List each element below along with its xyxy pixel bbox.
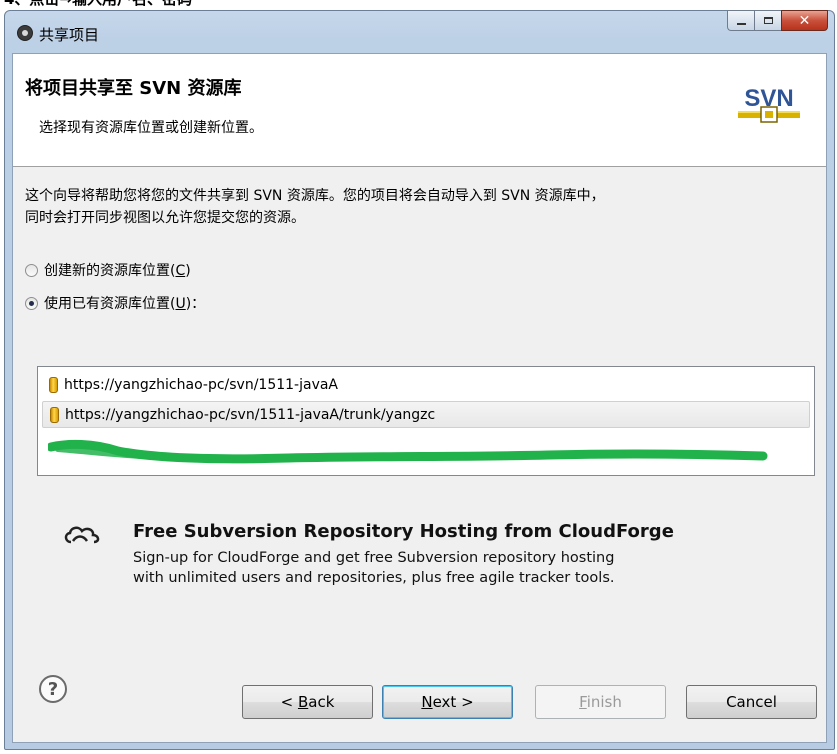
intro-line-1: 这个向导将帮助您将您的文件共享到 SVN 资源库。您的项目将会自动导入到 SVN…: [25, 188, 605, 204]
window-title: 共享项目: [39, 26, 100, 44]
repository-url: https://yangzhichao-pc/svn/1511-javaA: [64, 376, 339, 393]
wizard-description: 选择现有资源库位置或创建新位置。: [39, 120, 263, 136]
maximize-button[interactable]: [754, 10, 781, 31]
use-existing-label: 使用已有资源库位置(U)：: [44, 296, 206, 312]
maximize-icon: [763, 17, 773, 24]
wizard-header: 将项目共享至 SVN 资源库 选择现有资源库位置或创建新位置。 SVN: [13, 54, 826, 167]
minimize-button[interactable]: [727, 10, 754, 31]
back-button[interactable]: < Back: [242, 685, 373, 719]
promo-line-2: with unlimited users and repositories, p…: [133, 570, 615, 586]
repository-icon: [50, 406, 59, 423]
create-new-location-option[interactable]: 创建新的资源库位置(C): [25, 260, 191, 280]
wizard-title: 将项目共享至 SVN 资源库: [25, 78, 242, 99]
create-new-radio[interactable]: [25, 263, 38, 277]
promo-title[interactable]: Free Subversion Repository Hosting from …: [133, 521, 674, 542]
dialog-client-area: 将项目共享至 SVN 资源库 选择现有资源库位置或创建新位置。 SVN 这个向导…: [12, 53, 827, 743]
help-icon: ?: [47, 678, 59, 700]
intro-text: 这个向导将帮助您将您的文件共享到 SVN 资源库。您的项目将会自动导入到 SVN…: [25, 185, 815, 229]
minimize-icon: [736, 22, 746, 25]
title-bar[interactable]: 共享项目 ✕: [5, 10, 834, 53]
cropped-annotation-label: 4、点击→输入用户名、密码: [4, 0, 192, 8]
cancel-button[interactable]: Cancel: [686, 685, 817, 719]
cancel-button-label: Cancel: [726, 693, 777, 711]
use-existing-radio[interactable]: [25, 296, 38, 310]
back-button-label: < Back: [280, 693, 335, 711]
close-button[interactable]: ✕: [781, 10, 828, 31]
svn-logo-icon: SVN: [735, 74, 803, 132]
list-item[interactable]: https://yangzhichao-pc/svn/1511-javaA: [42, 371, 810, 398]
repository-url: https://yangzhichao-pc/svn/1511-javaA/tr…: [65, 406, 436, 423]
promo-line-1: Sign-up for CloudForge and get free Subv…: [133, 550, 615, 566]
promo-text: Sign-up for CloudForge and get free Subv…: [133, 548, 614, 588]
use-existing-location-option[interactable]: 使用已有资源库位置(U)：: [25, 293, 205, 313]
caption-buttons: ✕: [727, 10, 828, 32]
next-button[interactable]: Next >: [382, 685, 513, 719]
repository-icon: [49, 376, 58, 393]
button-bar: ? < Back Next > Finish Cancel: [13, 644, 826, 742]
next-button-label: Next >: [421, 693, 474, 711]
eclipse-icon: [17, 25, 33, 41]
green-annotation-scribble: [48, 439, 768, 464]
list-item[interactable]: https://yangzhichao-pc/svn/1511-javaA/tr…: [42, 401, 810, 428]
create-new-label: 创建新的资源库位置(C): [44, 263, 191, 279]
cloudforge-icon: [64, 526, 100, 544]
finish-button[interactable]: Finish: [535, 685, 666, 719]
intro-line-2: 同时会打开同步视图以允许您提交您的资源。: [25, 210, 305, 226]
close-icon: ✕: [798, 12, 811, 29]
finish-button-label: Finish: [579, 693, 622, 711]
wizard-content: 这个向导将帮助您将您的文件共享到 SVN 资源库。您的项目将会自动导入到 SVN…: [13, 167, 826, 644]
share-project-dialog: 共享项目 ✕ 将项目共享至 SVN 资源库 选择现有资源库位置或创建新位置。 S…: [4, 10, 835, 750]
cropped-annotation-text: 4、点击→输入用户名、密码: [0, 0, 837, 10]
help-button[interactable]: ?: [39, 675, 67, 703]
